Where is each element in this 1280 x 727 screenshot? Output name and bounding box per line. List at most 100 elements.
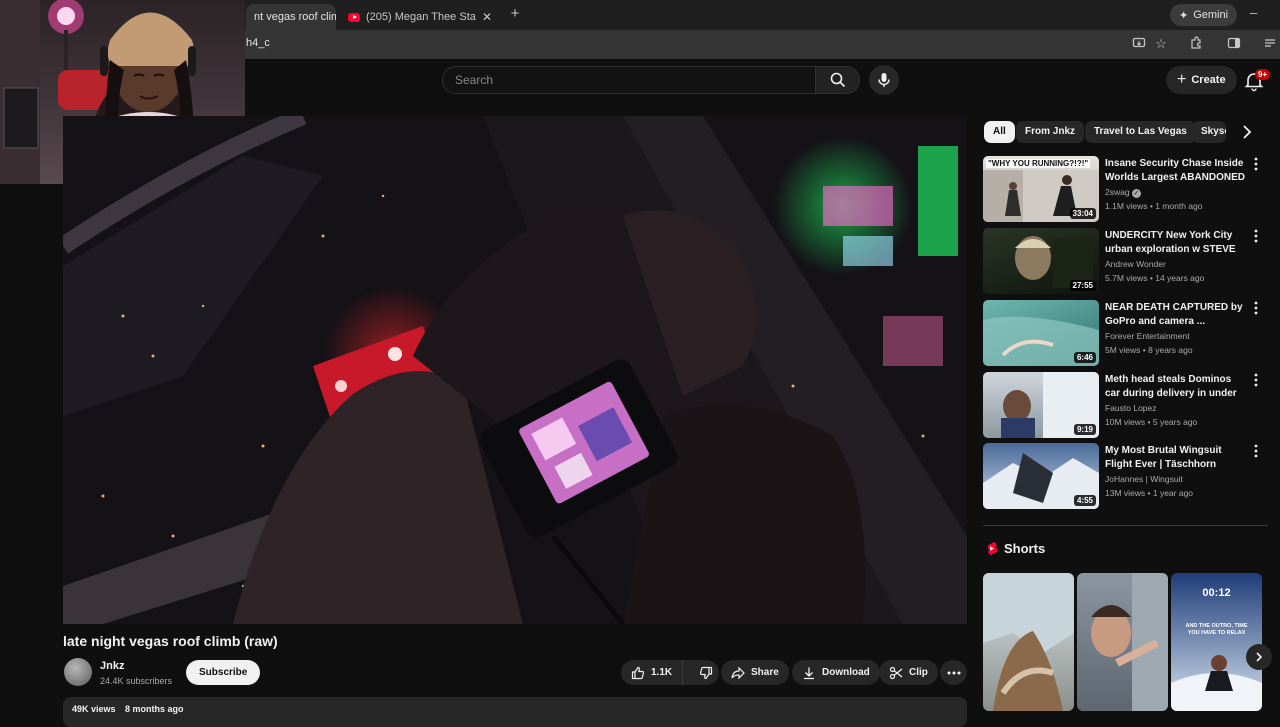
thumbnail-caption: "WHY YOU RUNNING?!?!" <box>986 159 1091 168</box>
more-actions-button[interactable] <box>940 660 967 685</box>
tab-label: (205) Megan Thee Stallion - LO <box>366 11 476 23</box>
minimize-window-button[interactable]: – <box>1250 5 1257 20</box>
more-vertical-icon[interactable] <box>1251 372 1261 388</box>
video-title[interactable]: My Most Brutal Wingsuit Flight Ever | Tä… <box>1105 444 1245 472</box>
voice-search-button[interactable] <box>869 65 899 95</box>
short-art <box>983 573 1074 711</box>
like-count: 1.1K <box>651 667 673 678</box>
video-frame <box>63 116 967 624</box>
video-thumbnail[interactable]: 9:19 <box>983 372 1099 438</box>
download-button[interactable]: Download <box>792 660 880 685</box>
description-box[interactable]: 49K views 8 months ago <box>63 697 967 727</box>
more-vertical-icon[interactable] <box>1251 300 1261 316</box>
video-duration: 9:19 <box>1073 424 1096 435</box>
gemini-label: Gemini <box>1193 9 1229 21</box>
search-box <box>442 66 816 94</box>
subscribe-button[interactable]: Subscribe <box>186 660 261 685</box>
share-button[interactable]: Share <box>721 660 789 685</box>
channel-name[interactable]: JoHannes | Wingsuit <box>1105 474 1183 484</box>
gemini-button[interactable]: ✦ Gemini <box>1170 4 1238 26</box>
video-title[interactable]: Meth head steals Dominos car during deli… <box>1105 373 1245 401</box>
channel-name[interactable]: 2swag ✓ <box>1105 187 1141 198</box>
search-icon <box>830 72 845 88</box>
channel-avatar[interactable] <box>64 658 92 686</box>
video-thumbnail[interactable]: 6:46 <box>983 300 1099 366</box>
video-title: late night vegas roof climb (raw) <box>63 633 278 649</box>
short-art <box>1091 573 1168 711</box>
tab-megan[interactable]: (205) Megan Thee Stallion - LO ✕ <box>340 4 500 30</box>
chevron-right-icon <box>1256 652 1263 662</box>
video-meta: 13M views • 1 year ago <box>1105 488 1194 498</box>
channel-name[interactable]: Fausto Lopez <box>1105 403 1157 413</box>
install-app-icon[interactable] <box>1131 36 1147 52</box>
shorts-logo-icon <box>987 542 998 555</box>
chip-all[interactable]: All <box>984 121 1015 143</box>
channel-name[interactable]: Andrew Wonder <box>1105 259 1166 269</box>
bookmark-star-icon[interactable]: ☆ <box>1153 36 1169 52</box>
thumbs-down-icon <box>700 666 713 679</box>
video-thumbnail[interactable]: 27:55 <box>983 228 1099 294</box>
video-title[interactable]: UNDERCITY New York City urban exploratio… <box>1105 229 1245 257</box>
search-button[interactable] <box>816 66 860 94</box>
recommended-video[interactable]: "WHY YOU RUNNING?!?!" 33:04 Insane Secur… <box>983 156 1268 222</box>
search-input[interactable] <box>443 67 815 93</box>
video-duration: 6:46 <box>1073 352 1096 363</box>
new-tab-button[interactable]: + <box>507 6 523 22</box>
url-text[interactable]: h4_c <box>246 37 270 49</box>
microphone-icon <box>878 73 890 87</box>
channel-name[interactable]: Forever Entertainment <box>1105 331 1190 341</box>
short-thumbnail[interactable] <box>983 573 1074 711</box>
create-button[interactable]: + Create <box>1166 66 1237 94</box>
side-panel-icon[interactable] <box>1226 36 1242 52</box>
upload-age: 8 months ago <box>125 704 184 714</box>
extensions-icon[interactable] <box>1188 36 1204 52</box>
more-vertical-icon[interactable] <box>1251 443 1261 459</box>
create-label: Create <box>1191 74 1226 86</box>
subscriber-count: 24.4K subscribers <box>100 676 173 686</box>
share-label: Share <box>751 667 779 678</box>
more-vertical-icon[interactable] <box>1251 156 1261 172</box>
chip-skyscraper[interactable]: Skysc <box>1192 121 1226 143</box>
like-dislike-group: 1.1K <box>621 660 719 685</box>
shorts-next-button[interactable] <box>1246 644 1272 670</box>
video-thumbnail[interactable]: "WHY YOU RUNNING?!?!" 33:04 <box>983 156 1099 222</box>
dislike-button[interactable] <box>689 660 723 685</box>
short-thumbnail[interactable]: 00:12 AND THE OUTRO, TIME YOU HAVE TO RE… <box>1171 573 1262 711</box>
more-horizontal-icon <box>947 671 960 674</box>
reading-list-icon[interactable] <box>1262 36 1278 52</box>
video-title[interactable]: Insane Security Chase Inside Worlds Larg… <box>1105 157 1245 185</box>
verified-check-icon: ✓ <box>1131 189 1141 198</box>
recommended-video[interactable]: 6:46 NEAR DEATH CAPTURED by GoPro and ca… <box>983 300 1268 366</box>
download-label: Download <box>822 667 870 678</box>
short-thumbnail[interactable] <box>1077 573 1168 711</box>
shorts-title: Shorts <box>1004 541 1046 556</box>
video-meta: 1.1M views • 1 month ago <box>1105 201 1203 211</box>
chip-travel-las-vegas[interactable]: Travel to Las Vegas <box>1085 121 1196 143</box>
recommended-video[interactable]: 9:19 Meth head steals Dominos car during… <box>983 372 1268 438</box>
video-title[interactable]: NEAR DEATH CAPTURED by GoPro and camera … <box>1105 301 1245 329</box>
recommended-video[interactable]: 27:55 UNDERCITY New York City urban expl… <box>983 228 1268 294</box>
channel-label: 2swag <box>1105 187 1130 197</box>
channel-name[interactable]: Jnkz <box>100 660 124 672</box>
video-player[interactable] <box>63 116 967 624</box>
youtube-favicon-icon <box>348 12 360 22</box>
video-thumbnail[interactable]: 4:55 <box>983 443 1099 509</box>
download-icon <box>804 667 814 679</box>
video-meta: 5.7M views • 14 years ago <box>1105 273 1205 283</box>
tab-active[interactable]: nt vegas roof climb ✕ <box>246 4 336 30</box>
more-vertical-icon[interactable] <box>1251 228 1261 244</box>
short-art <box>1171 655 1262 711</box>
chevron-right-icon[interactable] <box>1238 123 1256 141</box>
share-arrow-icon <box>731 666 745 679</box>
close-tab-icon[interactable]: ✕ <box>482 10 492 24</box>
scissors-icon <box>889 666 903 679</box>
like-button[interactable]: 1.1K <box>621 660 684 685</box>
video-duration: 27:55 <box>1069 280 1096 291</box>
video-meta: 5M views • 8 years ago <box>1105 345 1193 355</box>
clip-button[interactable]: Clip <box>879 660 938 685</box>
recommended-video[interactable]: 4:55 My Most Brutal Wingsuit Flight Ever… <box>983 443 1268 509</box>
view-count: 49K views <box>72 704 116 714</box>
chip-from-jnkz[interactable]: From Jnkz <box>1016 121 1085 143</box>
clip-label: Clip <box>909 667 928 678</box>
video-duration: 33:04 <box>1069 208 1096 219</box>
